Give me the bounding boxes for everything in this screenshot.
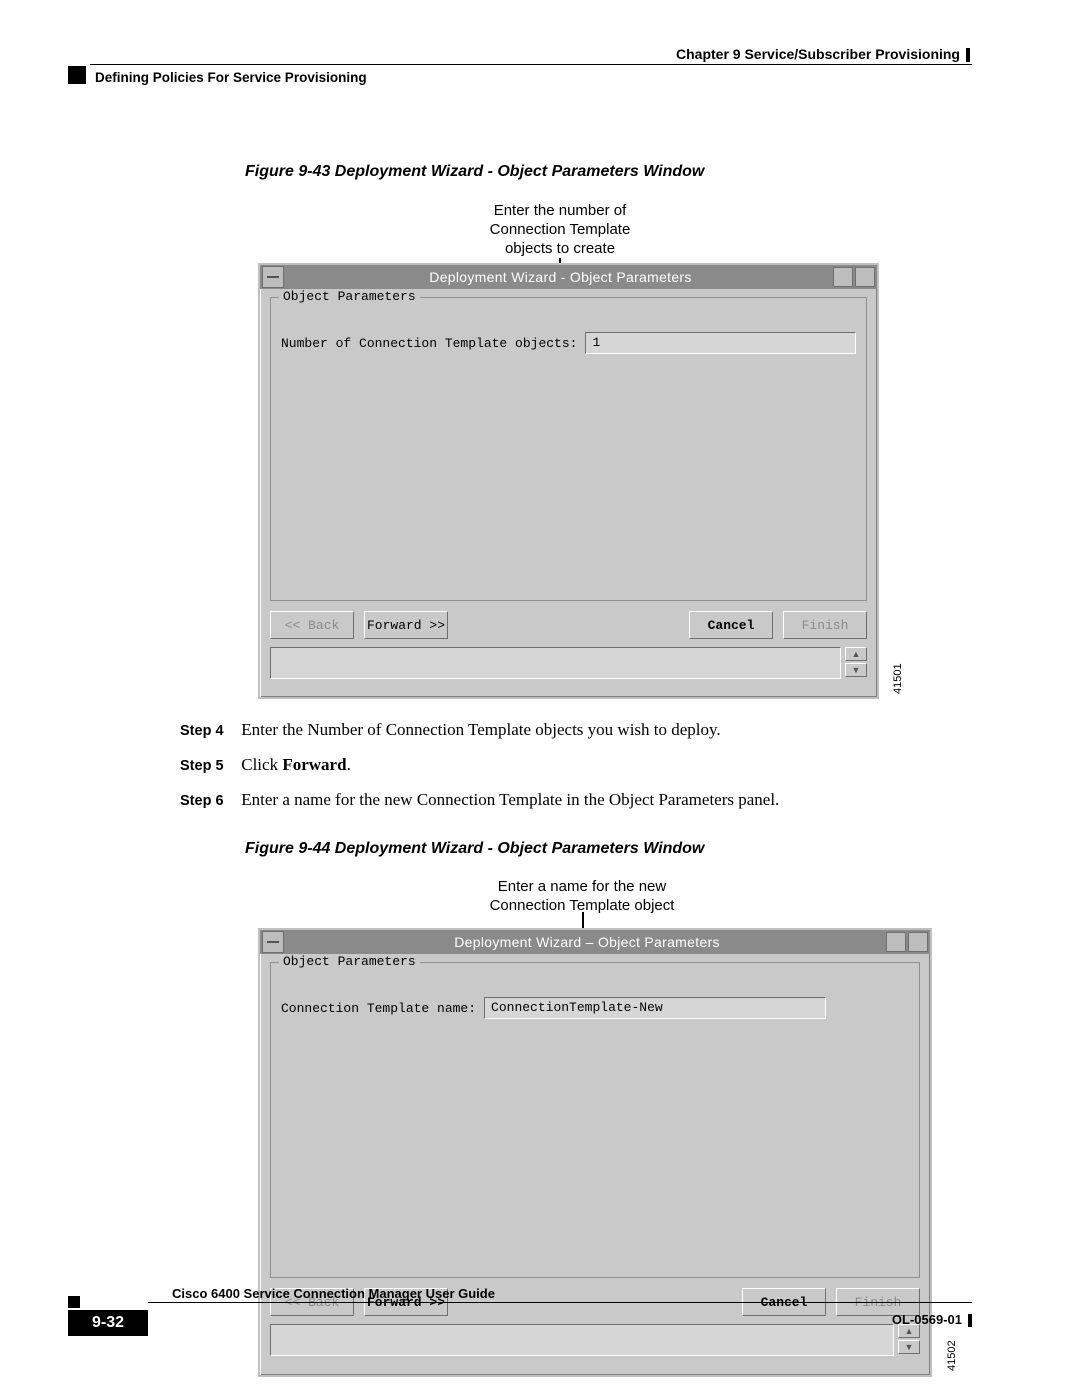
minimize-icon[interactable] [886, 932, 906, 952]
field-label: Number of Connection Template objects: [281, 336, 577, 351]
step-text: Enter a name for the new Connection Temp… [241, 790, 779, 809]
step-label: Step 6 [180, 792, 237, 812]
back-button[interactable]: << Back [270, 611, 354, 639]
status-message-area [270, 647, 841, 679]
step-5: Step 5 Click Forward. [180, 754, 351, 777]
template-count-input[interactable]: 1 [585, 332, 856, 354]
button-row: << Back Forward >> Cancel Finish [260, 607, 877, 647]
titlebar: Deployment Wizard – Object Parameters [260, 930, 930, 954]
spin-down-icon[interactable]: ▼ [845, 663, 867, 677]
frame-legend: Object Parameters [279, 289, 420, 304]
forward-button[interactable]: Forward >> [364, 611, 448, 639]
step-label: Step 4 [180, 722, 237, 742]
document-page: Chapter 9 Service/Subscriber Provisionin… [0, 0, 1080, 1397]
minimize-icon[interactable] [833, 267, 853, 287]
deployment-wizard-dialog-43: Deployment Wizard - Object Parameters Ob… [258, 263, 879, 699]
spinner[interactable]: ▲ ▼ [845, 647, 867, 677]
footer-rule [148, 1302, 972, 1303]
field-label: Connection Template name: [281, 1001, 476, 1016]
object-parameters-frame: Object Parameters Number of Connection T… [270, 297, 867, 601]
step-text: Click Forward. [241, 755, 351, 774]
maximize-icon[interactable] [855, 267, 875, 287]
figure-43-caption: Figure 9-43 Deployment Wizard - Object P… [245, 163, 704, 181]
running-header-left: Defining Policies For Service Provisioni… [95, 70, 367, 85]
figure-43-id: 41501 [892, 663, 904, 694]
footer-marker-square [68, 1296, 80, 1308]
titlebar: Deployment Wizard - Object Parameters [260, 265, 877, 289]
template-name-input[interactable]: ConnectionTemplate-New [484, 997, 826, 1019]
figure-44-id: 41502 [946, 1340, 958, 1371]
step-text: Enter the Number of Connection Template … [241, 720, 720, 739]
status-bar: ▲ ▼ [270, 647, 867, 679]
running-header-right: Chapter 9 Service/Subscriber Provisionin… [676, 46, 970, 62]
status-message-area [270, 1324, 894, 1356]
spinner[interactable]: ▲ ▼ [898, 1324, 920, 1354]
figure-44-caption: Figure 9-44 Deployment Wizard - Object P… [245, 840, 704, 858]
frame-legend: Object Parameters [279, 954, 420, 969]
page-number-badge: 9-32 [68, 1310, 148, 1336]
step-4: Step 4 Enter the Number of Connection Te… [180, 719, 721, 742]
finish-button[interactable]: Finish [783, 611, 867, 639]
system-menu-icon[interactable] [262, 931, 284, 953]
spin-down-icon[interactable]: ▼ [898, 1340, 920, 1354]
step-6: Step 6 Enter a name for the new Connecti… [180, 789, 779, 812]
step-label: Step 5 [180, 757, 237, 777]
field-row: Number of Connection Template objects: 1 [281, 332, 856, 354]
header-marker-square [68, 66, 86, 84]
spin-up-icon[interactable]: ▲ [845, 647, 867, 661]
maximize-icon[interactable] [908, 932, 928, 952]
footer-doc-number: OL-0569-01 [892, 1312, 972, 1327]
object-parameters-frame: Object Parameters Connection Template na… [270, 962, 920, 1278]
header-rule [90, 64, 972, 65]
footer-guide-title: Cisco 6400 Service Connection Manager Us… [172, 1286, 495, 1301]
window-title: Deployment Wizard – Object Parameters [290, 934, 884, 950]
system-menu-icon[interactable] [262, 266, 284, 288]
field-row: Connection Template name: ConnectionTemp… [281, 997, 909, 1019]
deployment-wizard-dialog-44: Deployment Wizard – Object Parameters Ob… [258, 928, 932, 1377]
status-bar: ▲ ▼ [270, 1324, 920, 1356]
figure-43-callout: Enter the number of Connection Template … [440, 202, 680, 258]
chapter-ref: Chapter 9 Service/Subscriber Provisionin… [676, 46, 960, 62]
cancel-button[interactable]: Cancel [689, 611, 773, 639]
window-title: Deployment Wizard - Object Parameters [290, 269, 831, 285]
figure-44-callout: Enter a name for the new Connection Temp… [452, 878, 712, 916]
